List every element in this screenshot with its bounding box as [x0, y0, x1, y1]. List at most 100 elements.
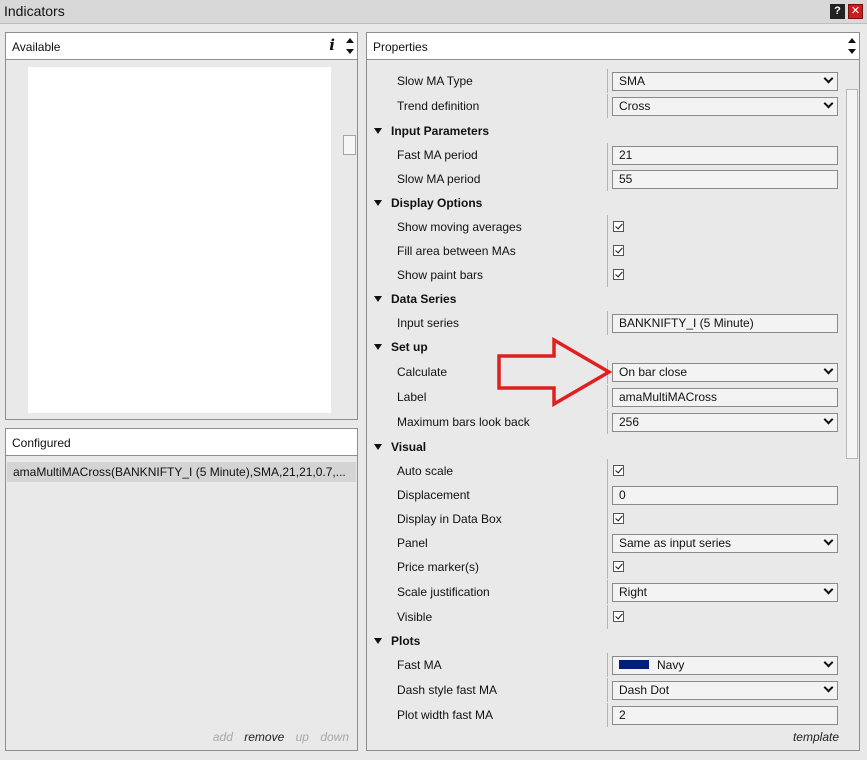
fast-ma-color-select[interactable]: Navy: [612, 656, 838, 675]
property-row-fast-ma-period: Fast MA period 21: [367, 143, 845, 167]
plot-width-fast-ma-input[interactable]: 2: [612, 706, 838, 725]
property-name: Input series: [397, 316, 460, 330]
trend-definition-select[interactable]: Cross: [612, 97, 838, 116]
scroll-down-icon[interactable]: [346, 49, 354, 54]
up-link[interactable]: up: [296, 730, 309, 744]
property-row-displacement: Displacement 0: [367, 483, 845, 507]
window-title: Indicators: [4, 3, 65, 19]
chevron-down-icon: [823, 98, 834, 109]
show-paint-bars-checkbox[interactable]: [613, 269, 624, 280]
input-series-field[interactable]: BANKNIFTY_I (5 Minute): [612, 314, 838, 333]
chevron-down-icon: [823, 657, 834, 668]
chevron-down-icon: [823, 535, 834, 546]
select-value: SMA: [619, 74, 646, 88]
property-name: Slow MA Type: [397, 74, 473, 88]
chevron-down-icon: [823, 414, 834, 425]
available-header: Available i: [6, 33, 357, 60]
select-value: Cross: [619, 99, 651, 113]
remove-link[interactable]: remove: [244, 730, 284, 744]
available-title: Available: [12, 40, 61, 54]
property-row-display-in-data-box: Display in Data Box: [367, 507, 845, 531]
property-name: Displacement: [397, 488, 470, 502]
close-button[interactable]: ✕: [848, 4, 863, 19]
display-in-data-box-checkbox[interactable]: [613, 513, 624, 524]
panel-select[interactable]: Same as input series: [612, 534, 838, 553]
select-value: 256: [619, 415, 640, 429]
calculate-select[interactable]: On bar close: [612, 363, 838, 382]
available-scroll-arrows[interactable]: [344, 35, 356, 57]
chevron-down-icon: [823, 364, 834, 375]
property-name: Panel: [397, 536, 428, 550]
properties-scroll-arrows[interactable]: [846, 35, 858, 57]
fill-area-checkbox[interactable]: [613, 245, 624, 256]
scale-justification-select[interactable]: Right: [612, 583, 838, 602]
category-input-parameters[interactable]: Input Parameters: [367, 119, 845, 143]
add-link[interactable]: add: [213, 730, 233, 744]
category-label: Visual: [391, 440, 427, 454]
property-row-price-markers: Price marker(s): [367, 555, 845, 579]
properties-scrollbar[interactable]: [846, 89, 858, 459]
collapse-icon[interactable]: [374, 638, 382, 644]
collapse-icon[interactable]: [374, 444, 382, 450]
show-moving-averages-checkbox[interactable]: [613, 221, 624, 232]
property-name: Fast MA period: [397, 148, 478, 162]
collapse-icon[interactable]: [374, 200, 382, 206]
property-row-auto-scale: Auto scale: [367, 459, 845, 483]
property-row-plot-width-fast-ma: Plot width fast MA 2: [367, 703, 845, 727]
chevron-down-icon: [823, 584, 834, 595]
property-name: Scale justification: [397, 585, 490, 599]
select-value: Right: [619, 585, 648, 599]
property-row-input-series: Input series BANKNIFTY_I (5 Minute): [367, 311, 845, 335]
down-link[interactable]: down: [320, 730, 349, 744]
scroll-down-icon[interactable]: [848, 49, 856, 54]
category-display-options[interactable]: Display Options: [367, 191, 845, 215]
chevron-down-icon: [823, 73, 834, 84]
visible-checkbox[interactable]: [613, 611, 624, 622]
scroll-up-icon[interactable]: [848, 38, 856, 43]
info-icon[interactable]: i: [329, 36, 335, 54]
property-name: Label: [397, 390, 427, 404]
available-panel: Available i: [5, 32, 358, 420]
help-button[interactable]: ?: [830, 4, 845, 19]
select-value: Same as input series: [619, 536, 732, 550]
slow-ma-type-select[interactable]: SMA: [612, 72, 838, 91]
red-arrow-annotation: [497, 337, 612, 407]
property-name: Fill area between MAs: [397, 244, 516, 258]
color-swatch: [619, 660, 649, 670]
property-row-fill-area: Fill area between MAs: [367, 239, 845, 263]
property-name: Slow MA period: [397, 172, 481, 186]
available-list[interactable]: [28, 67, 331, 413]
property-row-show-paint-bars: Show paint bars: [367, 263, 845, 287]
label-input[interactable]: amaMultiMACross: [612, 388, 838, 407]
category-label: Input Parameters: [391, 124, 490, 138]
configured-list-item[interactable]: amaMultiMACross(BANKNIFTY_I (5 Minute),S…: [7, 462, 356, 482]
slow-ma-period-input[interactable]: 55: [612, 170, 838, 189]
property-name: Dash style fast MA: [397, 683, 498, 697]
property-row-dash-style-fast-ma: Dash style fast MA Dash Dot: [367, 678, 845, 702]
price-markers-checkbox[interactable]: [613, 561, 624, 572]
property-name: Trend definition: [397, 99, 480, 113]
auto-scale-checkbox[interactable]: [613, 465, 624, 476]
category-label: Plots: [391, 634, 421, 648]
collapse-icon[interactable]: [374, 344, 382, 350]
scroll-up-icon[interactable]: [346, 38, 354, 43]
category-data-series[interactable]: Data Series: [367, 287, 845, 311]
collapse-icon[interactable]: [374, 296, 382, 302]
property-name: Plot width fast MA: [397, 708, 494, 722]
category-plots[interactable]: Plots: [367, 629, 845, 653]
help-icon: ?: [834, 5, 841, 17]
configured-footer: add remove up down: [205, 730, 349, 744]
displacement-input[interactable]: 0: [612, 486, 838, 505]
fast-ma-period-input[interactable]: 21: [612, 146, 838, 165]
available-scrollbar-thumb[interactable]: [343, 135, 356, 155]
property-name: Display in Data Box: [397, 512, 502, 526]
property-name: Calculate: [397, 365, 448, 379]
category-label: Set up: [391, 340, 428, 354]
dash-style-fast-ma-select[interactable]: Dash Dot: [612, 681, 838, 700]
max-bars-look-back-select[interactable]: 256: [612, 413, 838, 432]
chevron-down-icon: [823, 682, 834, 693]
category-label: Display Options: [391, 196, 483, 210]
template-link[interactable]: template: [793, 730, 839, 744]
category-visual[interactable]: Visual: [367, 435, 845, 459]
collapse-icon[interactable]: [374, 128, 382, 134]
